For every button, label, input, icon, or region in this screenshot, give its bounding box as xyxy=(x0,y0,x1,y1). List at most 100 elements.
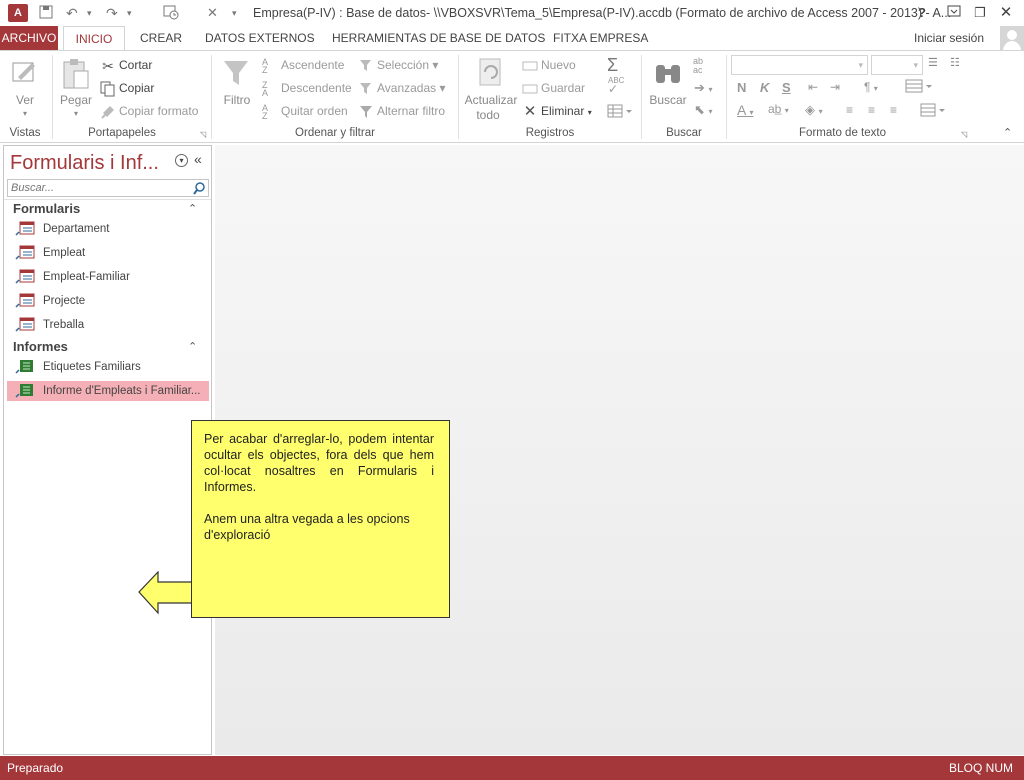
sign-in-link[interactable]: Iniciar sesión xyxy=(914,26,984,50)
report-icon xyxy=(15,383,35,399)
section-header-informes[interactable]: Informes xyxy=(13,339,68,354)
goto-icon[interactable]: ➔ ▾ xyxy=(694,80,713,96)
view-button[interactable]: Ver xyxy=(8,93,42,107)
bold-button[interactable]: N xyxy=(737,80,746,95)
new-record-button[interactable]: Nuevo xyxy=(522,57,576,74)
italic-button[interactable]: K xyxy=(760,80,769,95)
font-name-select[interactable]: ▾ xyxy=(731,55,868,75)
close-doc-icon[interactable]: ✕ xyxy=(207,4,218,22)
callout-arrow xyxy=(138,570,194,615)
collapse-ribbon-icon[interactable]: ⌃ xyxy=(1003,126,1012,139)
align-left-icon[interactable]: ≡ xyxy=(846,103,853,117)
nav-item-empleat-familiar[interactable]: Empleat-Familiar xyxy=(7,267,209,287)
shutter-bar-close-icon[interactable]: « xyxy=(194,151,202,167)
redo-icon[interactable]: ↷ xyxy=(106,4,118,22)
save-icon[interactable] xyxy=(38,4,56,22)
remove-sort-button[interactable]: A Z Quitar orden xyxy=(262,103,348,120)
paste-icon[interactable] xyxy=(60,57,92,91)
window-title: Empresa(P-IV) : Base de datos- \\VBOXSVR… xyxy=(253,6,952,20)
nav-item-departament[interactable]: Departament xyxy=(7,219,209,239)
text-format-launcher-icon[interactable]: ◹ xyxy=(961,130,967,139)
indent-decrease-icon[interactable]: ⇤ xyxy=(808,80,818,94)
alt-row-color-icon[interactable] xyxy=(920,103,946,120)
refresh-all-icon[interactable] xyxy=(477,57,505,89)
customize-qat-icon[interactable] xyxy=(163,4,179,22)
advanced-button[interactable]: Avanzadas ▾ xyxy=(358,80,446,97)
help-button[interactable]: ? xyxy=(912,3,932,23)
delete-x-icon: ✕ xyxy=(523,102,537,120)
selection-button[interactable]: Selección ▾ xyxy=(358,57,438,74)
user-avatar-icon[interactable] xyxy=(1000,26,1024,50)
filter-button[interactable]: Filtro xyxy=(218,93,256,107)
separator xyxy=(641,55,642,139)
status-text: Preparado xyxy=(7,761,64,775)
paste-button[interactable]: Pegar xyxy=(58,93,94,107)
delete-dropdown-icon[interactable]: ▾ xyxy=(588,108,592,117)
nav-item-empleat[interactable]: Empleat xyxy=(7,243,209,263)
fill-color-icon[interactable]: ◈ ▾ xyxy=(805,102,823,118)
toggle-filter-button[interactable]: Alternar filtro xyxy=(358,103,445,120)
access-logo-icon[interactable]: A xyxy=(8,4,28,22)
indent-increase-icon[interactable]: ⇥ xyxy=(830,80,840,94)
align-right-icon[interactable]: ≡ xyxy=(890,103,897,117)
sort-ascending-button[interactable]: A Z Ascendente xyxy=(262,57,344,74)
view-dropdown-icon[interactable]: ▾ xyxy=(8,107,42,121)
select-pointer-icon[interactable]: ⬉ ▾ xyxy=(694,102,713,118)
font-color-icon[interactable]: A ▾ xyxy=(737,102,753,118)
gridlines-icon[interactable] xyxy=(905,79,933,96)
qat-more-icon[interactable]: ▾ xyxy=(232,4,237,22)
copy-button[interactable]: Copiar xyxy=(100,80,154,97)
cut-button[interactable]: ✂ Cortar xyxy=(100,57,152,74)
tab-inicio[interactable]: INICIO xyxy=(63,26,125,51)
find-button[interactable]: Buscar xyxy=(646,93,690,107)
filter-icon[interactable] xyxy=(222,57,250,89)
underline-button[interactable]: S xyxy=(782,80,791,95)
nav-menu-icon[interactable]: ▾ xyxy=(175,154,188,167)
tab-datos-externos[interactable]: DATOS EXTERNOS xyxy=(195,26,325,50)
tab-herramientas[interactable]: HERRAMIENTAS DE BASE DE DATOS xyxy=(322,26,555,50)
spelling-icon[interactable]: ABC ✓ xyxy=(608,77,624,96)
undo-dropdown-icon[interactable]: ▾ xyxy=(87,4,92,22)
replace-icon[interactable]: ab ac xyxy=(693,57,703,75)
bullets-icon[interactable]: ☰ xyxy=(928,56,938,69)
separator xyxy=(52,55,53,139)
refresh-all-button[interactable]: Actualizar xyxy=(462,93,520,107)
refresh-all-button-line2[interactable]: todo xyxy=(470,108,506,122)
section-header-formularis[interactable]: Formularis xyxy=(13,201,80,216)
paste-dropdown-icon[interactable]: ▾ xyxy=(58,107,94,121)
search-icon[interactable] xyxy=(192,181,206,198)
align-center-icon[interactable]: ≡ xyxy=(868,103,875,117)
ribbon-display-icon[interactable] xyxy=(944,3,964,23)
font-size-select[interactable]: ▾ xyxy=(871,55,923,75)
nav-search-input[interactable] xyxy=(8,180,188,196)
nav-search-box xyxy=(7,179,209,197)
more-records-icon[interactable] xyxy=(607,103,633,122)
numbering-icon[interactable]: ☷ xyxy=(950,56,960,69)
separator xyxy=(726,55,727,139)
save-record-button[interactable]: Guardar xyxy=(522,80,585,97)
tab-archivo[interactable]: ARCHIVO xyxy=(0,26,58,50)
tab-crear[interactable]: CREAR xyxy=(130,26,192,50)
highlight-icon[interactable]: ab̲ ▾ xyxy=(768,102,789,116)
collapse-formularis-icon[interactable]: ⌃ xyxy=(188,202,197,215)
clipboard-launcher-icon[interactable]: ◹ xyxy=(200,130,206,139)
delete-record-button[interactable]: ✕ Eliminar ▾ xyxy=(522,103,592,121)
tab-fitxa-empresa[interactable]: FITXA EMPRESA xyxy=(543,26,658,50)
nav-item-treballa[interactable]: Treballa xyxy=(7,315,209,335)
close-window-icon[interactable]: ✕ xyxy=(996,3,1016,23)
undo-icon[interactable]: ↶ xyxy=(66,4,78,22)
redo-dropdown-icon[interactable]: ▾ xyxy=(127,4,132,22)
view-icon[interactable] xyxy=(10,57,42,89)
collapse-informes-icon[interactable]: ⌃ xyxy=(188,340,197,353)
nav-item-projecte[interactable]: Projecte xyxy=(7,291,209,311)
totals-icon[interactable]: Σ xyxy=(607,55,618,76)
sort-descending-button[interactable]: Z A Descendente xyxy=(262,80,352,97)
binoculars-icon[interactable] xyxy=(653,59,683,87)
text-direction-icon[interactable]: ¶ ▾ xyxy=(864,80,878,94)
format-painter-button[interactable]: Copiar formato xyxy=(100,103,198,120)
restore-icon[interactable]: ❐ xyxy=(970,3,990,23)
nav-item-informe-empleats[interactable]: Informe d'Empleats i Familiar... xyxy=(7,381,209,401)
nav-item-etiquetes-familiars[interactable]: Etiquetes Familiars xyxy=(7,357,209,377)
num-lock-indicator: BLOQ NUM xyxy=(949,761,1014,775)
nav-pane-title[interactable]: Formularis i Inf... xyxy=(10,152,159,175)
